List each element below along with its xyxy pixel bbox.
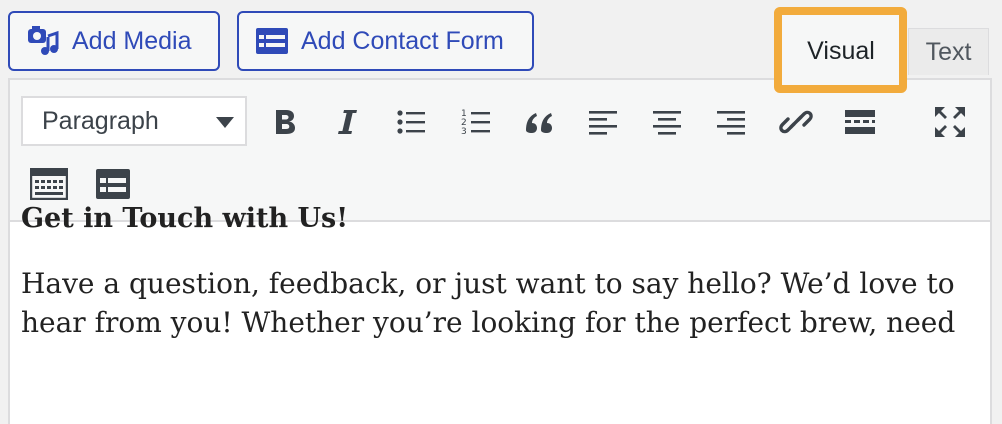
content-heading: Get in Touch with Us! [21, 203, 349, 234]
italic-icon [338, 110, 357, 134]
format-select[interactable]: Paragraph [21, 96, 247, 146]
bulleted-list-icon [397, 110, 425, 134]
add-media-button[interactable]: Add Media [8, 11, 220, 71]
bold-button[interactable] [263, 100, 307, 144]
add-contact-form-label: Add Contact Form [301, 26, 504, 55]
editor-content[interactable]: Get in Touch with Us! Have a question, f… [21, 196, 961, 342]
read-more-icon [845, 110, 875, 134]
form-icon [255, 27, 289, 55]
chevron-down-icon [216, 117, 234, 128]
align-right-icon [717, 111, 745, 135]
align-center-button[interactable] [645, 100, 689, 144]
svg-text:3: 3 [461, 127, 467, 137]
read-more-button[interactable] [838, 100, 882, 144]
align-left-icon [589, 111, 617, 135]
fullscreen-button[interactable] [928, 100, 972, 144]
format-select-value: Paragraph [42, 106, 159, 135]
add-media-label: Add Media [72, 26, 192, 55]
add-contact-form-button[interactable]: Add Contact Form [237, 11, 534, 71]
fullscreen-icon [935, 107, 965, 137]
tab-visual[interactable]: Visual [790, 28, 892, 75]
content-paragraph: Have a question, feedback, or just want … [21, 267, 956, 339]
add-media-icon [26, 24, 60, 58]
bulleted-list-button[interactable] [389, 100, 433, 144]
align-left-button[interactable] [581, 100, 625, 144]
numbered-list-icon: 1 2 3 [461, 109, 490, 137]
link-icon [779, 110, 813, 134]
align-center-icon [653, 111, 681, 135]
blockquote-icon [526, 113, 552, 133]
align-right-button[interactable] [709, 100, 753, 144]
blockquote-button[interactable] [518, 100, 562, 144]
bold-icon [276, 110, 295, 134]
numbered-list-button[interactable]: 1 2 3 [454, 100, 498, 144]
link-button[interactable] [774, 100, 818, 144]
tab-text[interactable]: Text [908, 28, 989, 75]
italic-button[interactable] [325, 100, 369, 144]
